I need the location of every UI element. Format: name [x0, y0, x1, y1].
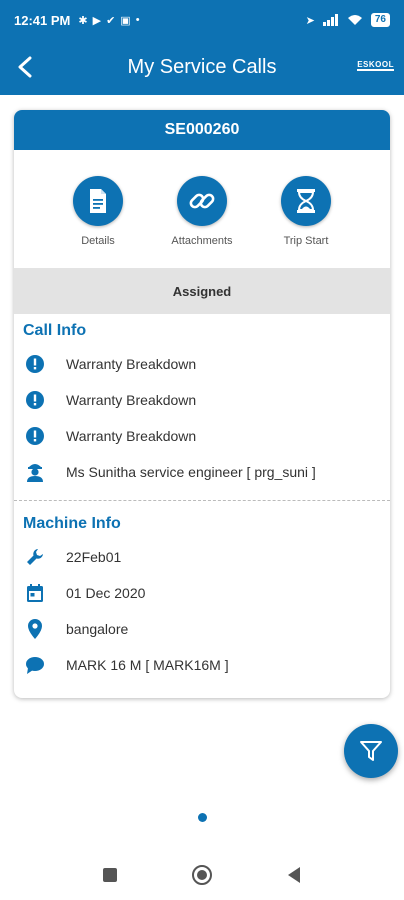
- machine-info-list: 22Feb01 01 Dec 2020 bangalore MARK 16 M …: [14, 539, 390, 683]
- service-call-card: SE000260 Details Attachments Trip Start …: [14, 110, 390, 698]
- info-text: Warranty Breakdown: [66, 392, 197, 408]
- details-action[interactable]: Details: [52, 176, 144, 268]
- comment-icon: [24, 654, 46, 676]
- status-badge: Assigned: [14, 268, 390, 314]
- check-icon: ✔: [106, 14, 116, 27]
- document-icon: [90, 189, 106, 213]
- engineer-icon: [24, 461, 46, 483]
- page-indicator-dot: [198, 813, 207, 822]
- call-info-list: Warranty Breakdown Warranty Breakdown Wa…: [14, 346, 390, 490]
- trip-start-button[interactable]: [281, 176, 331, 226]
- trip-start-label: Trip Start: [283, 235, 329, 247]
- info-text: 22Feb01: [66, 549, 122, 565]
- back-nav-button[interactable]: [282, 863, 306, 887]
- list-item: bangalore: [24, 611, 390, 647]
- machine-info-title: Machine Info: [23, 515, 121, 532]
- system-icons: ➤ 76: [306, 13, 390, 27]
- home-button[interactable]: [190, 863, 214, 887]
- call-id: SE000260: [164, 121, 240, 138]
- wifi-icon: [347, 15, 362, 25]
- dot-icon: •: [135, 14, 140, 26]
- info-text: Warranty Breakdown: [66, 356, 197, 372]
- section-divider: [14, 500, 390, 501]
- list-item: Warranty Breakdown: [24, 418, 390, 454]
- info-text: 01 Dec 2020: [66, 585, 146, 601]
- attachments-button[interactable]: [177, 176, 227, 226]
- triangle-back-icon: [288, 867, 300, 883]
- link-icon: [189, 193, 215, 209]
- alert-icon: [24, 389, 46, 411]
- alert-icon: [24, 425, 46, 447]
- brand-logo: ESKOOL: [357, 60, 394, 71]
- list-item: Ms Sunitha service engineer [ prg_suni ]: [24, 454, 390, 490]
- attachments-action[interactable]: Attachments: [156, 176, 248, 268]
- list-item: Warranty Breakdown: [24, 346, 390, 382]
- back-button[interactable]: [10, 52, 40, 82]
- filter-button[interactable]: [344, 724, 398, 778]
- call-id-header: SE000260: [14, 110, 390, 150]
- youtube-icon: ▶: [92, 14, 102, 27]
- calendar-icon: [24, 582, 46, 604]
- list-item: MARK 16 M [ MARK16M ]: [24, 647, 390, 683]
- list-item: Warranty Breakdown: [24, 382, 390, 418]
- info-text: MARK 16 M [ MARK16M ]: [66, 657, 229, 673]
- signal-icon: [322, 14, 338, 26]
- info-text: Ms Sunitha service engineer [ prg_suni ]: [66, 464, 316, 480]
- back-arrow-icon: [18, 56, 32, 78]
- notification-icons: ✱ ▶ ✔ ▣ •: [78, 14, 139, 27]
- wrench-icon: [24, 546, 46, 568]
- circle-icon: [192, 865, 212, 885]
- app-bar: My Service Calls ESKOOL: [0, 40, 404, 95]
- list-item: 22Feb01: [24, 539, 390, 575]
- trip-start-action[interactable]: Trip Start: [260, 176, 352, 268]
- bluetooth-icon: ✱: [78, 14, 88, 27]
- location-icon: [24, 618, 46, 640]
- details-label: Details: [81, 235, 115, 247]
- app-icon: ▣: [120, 14, 131, 27]
- details-button[interactable]: [73, 176, 123, 226]
- alert-icon: [24, 353, 46, 375]
- square-icon: [103, 868, 117, 882]
- info-text: Warranty Breakdown: [66, 428, 197, 444]
- location-arrow-icon: ➤: [305, 14, 315, 27]
- list-item: 01 Dec 2020: [24, 575, 390, 611]
- recents-button[interactable]: [98, 863, 122, 887]
- hourglass-icon: [297, 189, 315, 213]
- battery-indicator: 76: [370, 13, 390, 27]
- status-text: Assigned: [172, 283, 232, 299]
- page-title: My Service Calls: [127, 56, 277, 78]
- info-text: bangalore: [66, 621, 129, 637]
- call-info-title: Call Info: [23, 322, 87, 339]
- filter-icon: [360, 741, 382, 761]
- status-bar: 12:41 PM ✱ ▶ ✔ ▣ • ➤ 76: [0, 0, 404, 40]
- system-nav-bar: [0, 850, 404, 900]
- attachments-label: Attachments: [171, 235, 233, 247]
- status-time: 12:41 PM: [14, 12, 71, 28]
- action-buttons: Details Attachments Trip Start: [14, 150, 390, 268]
